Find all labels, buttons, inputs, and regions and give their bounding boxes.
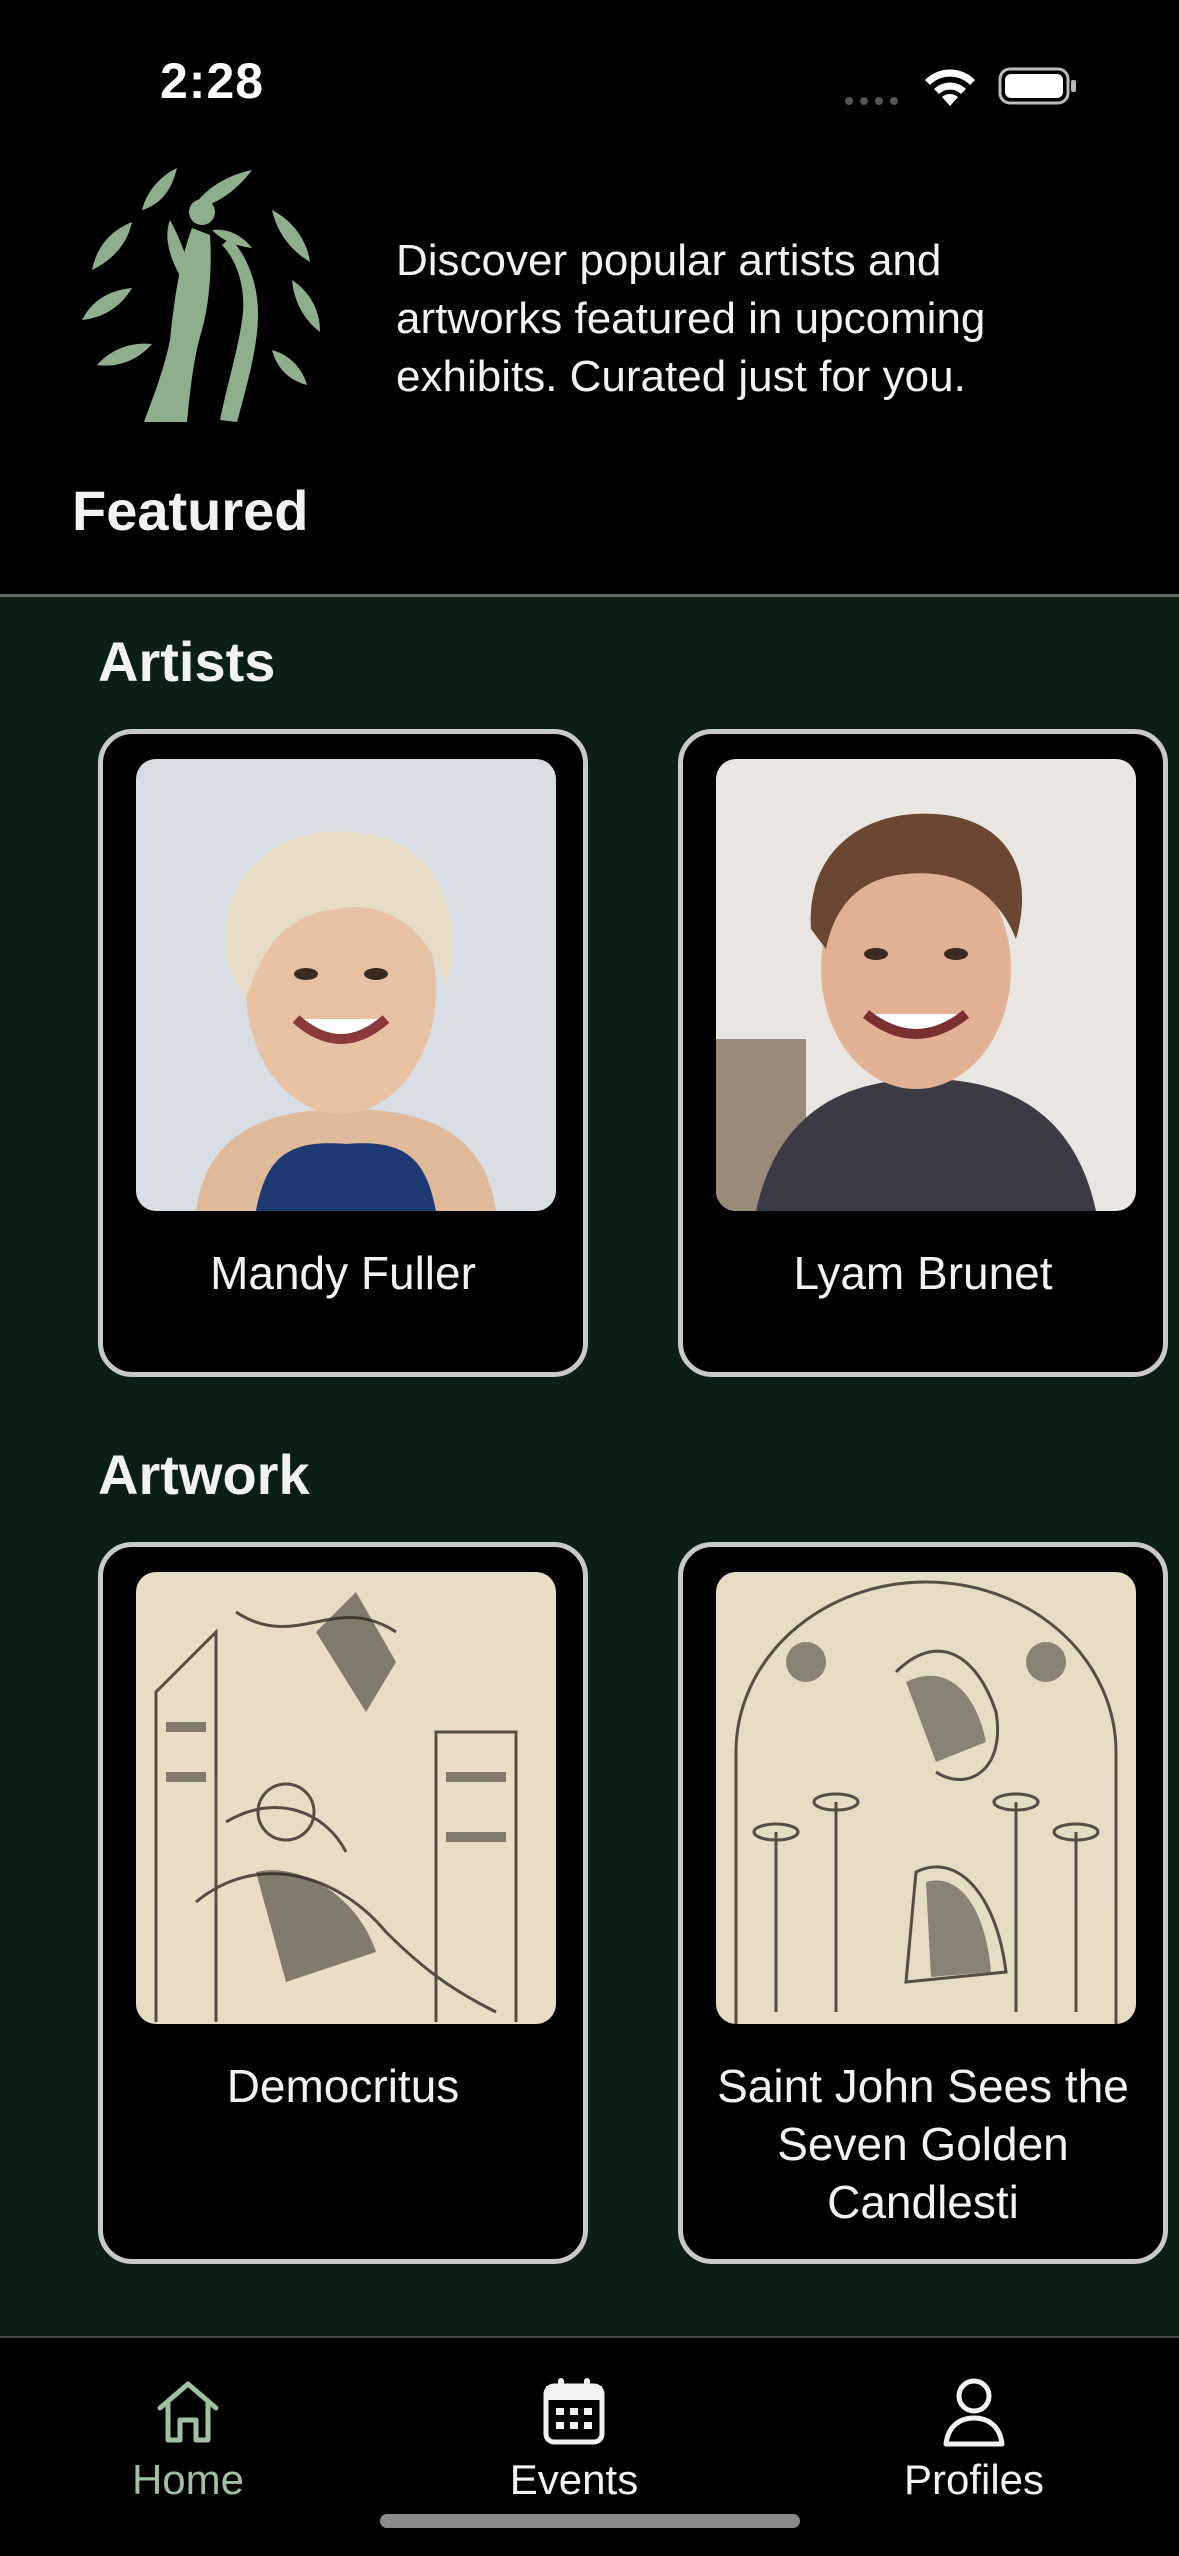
featured-content[interactable]: Artists Mandy Fuller Lyam Brunet Artwork… [0, 597, 1179, 2336]
home-icon [157, 2381, 219, 2443]
tab-events[interactable]: Events [424, 2338, 724, 2538]
artwork-title: Democritus [226, 2060, 460, 2112]
status-bar: 2:28 [0, 0, 1179, 150]
artwork-section-title: Artwork [98, 1443, 310, 1506]
tab-home[interactable]: Home [38, 2338, 338, 2538]
artists-section-title: Artists [98, 630, 276, 693]
tab-label-profiles: Profiles [903, 2456, 1045, 2503]
artwork-image [716, 1572, 1136, 2024]
tab-label-home: Home [131, 2456, 245, 2503]
battery-icon [998, 67, 1076, 105]
tab-profiles[interactable]: Profiles [824, 2338, 1124, 2538]
artist-photo [136, 759, 556, 1211]
dancers-logo-icon [82, 168, 320, 422]
artist-name: Mandy Fuller [210, 1247, 476, 1299]
artwork-card-saint-john[interactable]: Saint John Sees the Seven Golden Candles… [678, 1542, 1168, 2264]
calendar-icon [543, 2378, 605, 2445]
person-icon [943, 2378, 1005, 2447]
artist-name: Lyam Brunet [793, 1247, 1053, 1299]
featured-description: Discover popular artists and artworks fe… [396, 236, 986, 401]
status-time: 2:28 [160, 53, 265, 109]
tab-label-events: Events [509, 2456, 639, 2503]
wifi-icon [925, 69, 975, 106]
artist-photo [716, 759, 1136, 1211]
home-indicator [380, 2514, 800, 2528]
page-title: Featured [72, 479, 309, 542]
artwork-title: Saint John Sees the Seven Golden Candles… [717, 2060, 1129, 2228]
artist-card-mandy-fuller[interactable]: Mandy Fuller [98, 729, 588, 1377]
artwork-image [136, 1572, 556, 2024]
artwork-card-democritus[interactable]: Democritus [98, 1542, 588, 2264]
cellular-signal-icon [845, 97, 898, 105]
artist-card-lyam-brunet[interactable]: Lyam Brunet [678, 729, 1168, 1377]
